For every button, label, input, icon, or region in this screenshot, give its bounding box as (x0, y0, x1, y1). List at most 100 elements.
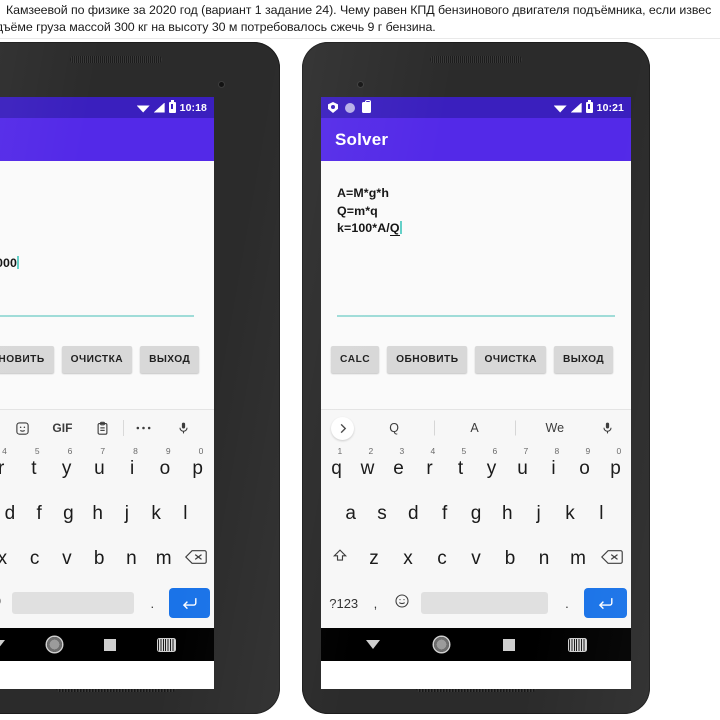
key-c[interactable]: c (19, 549, 51, 568)
key-v[interactable]: v (459, 549, 493, 568)
exit-button[interactable]: ВЫХОД (553, 345, 614, 373)
gif-icon[interactable]: GIF (42, 421, 82, 435)
key-f[interactable]: f (429, 504, 460, 523)
key-o[interactable]: 9o (149, 447, 182, 478)
key-b[interactable]: b (493, 549, 527, 568)
key-j[interactable]: j (523, 504, 554, 523)
key-z[interactable]: z (357, 549, 391, 568)
key-num: 5 (34, 446, 40, 456)
wifi-icon (553, 105, 567, 113)
key-o[interactable]: 9o (569, 447, 600, 478)
key-l[interactable]: l (171, 504, 200, 523)
sticker-icon[interactable] (2, 421, 42, 436)
spacebar[interactable] (12, 592, 134, 614)
key-n[interactable]: n (527, 549, 561, 568)
key-u[interactable]: 7u (83, 447, 116, 478)
key-i[interactable]: 8i (538, 447, 569, 479)
key-period[interactable]: . (554, 597, 580, 610)
key-r[interactable]: 4r (414, 447, 445, 478)
key-d[interactable]: d (398, 504, 429, 523)
key-g[interactable]: g (460, 504, 491, 523)
calc-button[interactable]: CALC (331, 345, 380, 373)
key-comma[interactable]: , (362, 597, 388, 610)
key-e[interactable]: 3e (383, 447, 414, 478)
key-num: 6 (67, 446, 73, 456)
key-h[interactable]: h (83, 504, 112, 523)
key-k[interactable]: k (554, 504, 585, 523)
key-w[interactable]: 2w (352, 447, 383, 478)
bag-icon (362, 100, 371, 113)
signal-icon (153, 102, 165, 113)
mic-icon[interactable] (164, 420, 204, 436)
more-icon[interactable] (124, 425, 164, 431)
clear-button[interactable]: ОЧИСТКА (61, 345, 133, 373)
emoji-icon[interactable] (0, 593, 6, 613)
clear-button[interactable]: ОЧИСТКА (475, 345, 546, 373)
home-icon[interactable] (47, 637, 62, 652)
backspace-icon[interactable] (595, 549, 629, 569)
keyboard-icon[interactable] (158, 638, 175, 651)
symbols-key[interactable]: ?123 (325, 597, 362, 610)
key-d[interactable]: d (0, 504, 25, 523)
key-y[interactable]: 6y (50, 447, 83, 478)
refresh-button[interactable]: ОБНОВИТЬ (387, 345, 468, 373)
key-x[interactable]: x (0, 549, 19, 568)
chevron-right-icon[interactable] (331, 416, 354, 440)
key-u[interactable]: 7u (507, 447, 538, 478)
key-period[interactable]: . (140, 597, 165, 610)
down-arrow-icon[interactable] (366, 640, 380, 649)
backspace-icon[interactable] (180, 549, 212, 569)
key-k[interactable]: k (142, 504, 171, 523)
recents-icon[interactable] (503, 638, 515, 651)
suggestion-2[interactable]: A (434, 421, 514, 435)
down-arrow-icon[interactable] (0, 640, 5, 649)
spacebar[interactable] (420, 592, 548, 614)
refresh-button[interactable]: ОБНОВИТЬ (0, 345, 54, 373)
key-c[interactable]: c (425, 549, 459, 568)
left-phone: 10:18 r 00 .009 6000000 E ОБНОВИТЬ ОЧИСТ… (0, 42, 280, 714)
key-g[interactable]: g (54, 504, 83, 523)
key-m[interactable]: m (561, 549, 595, 568)
suggestion-3[interactable]: We (515, 421, 595, 435)
enter-icon[interactable] (168, 588, 210, 618)
key-s[interactable]: s (366, 504, 397, 523)
suggestion-1[interactable]: Q (354, 421, 434, 435)
key-num: 8 (554, 446, 560, 456)
editor-area[interactable]: A=M*g*h Q=m*q k=100*A/Q (321, 161, 631, 339)
key-i[interactable]: 8i (116, 447, 149, 478)
emoji-icon[interactable] (389, 593, 415, 613)
key-h[interactable]: h (492, 504, 523, 523)
keyboard-icon[interactable] (569, 638, 586, 651)
home-icon[interactable] (434, 637, 449, 652)
key-t[interactable]: 5t (18, 447, 51, 478)
recents-icon[interactable] (104, 638, 116, 651)
key-label: i (551, 458, 556, 479)
action-button-row: E ОБНОВИТЬ ОЧИСТКА ВЫХОД (0, 339, 214, 387)
key-q[interactable]: 1q (321, 447, 352, 478)
key-n[interactable]: n (115, 549, 147, 568)
key-t[interactable]: 5t (445, 447, 476, 478)
key-label: r (0, 458, 5, 479)
key-f[interactable]: f (25, 504, 54, 523)
exit-button[interactable]: ВЫХОД (140, 345, 200, 373)
editor-area[interactable]: 00 .009 6000000 (0, 161, 214, 339)
key-b[interactable]: b (83, 549, 115, 568)
enter-icon[interactable] (584, 588, 628, 618)
key-a[interactable]: a (335, 504, 366, 523)
key-m[interactable]: m (148, 549, 180, 568)
key-p[interactable]: 0p (600, 447, 631, 478)
key-num: 4 (2, 446, 7, 456)
mic-icon[interactable] (595, 420, 621, 436)
key-y[interactable]: 6y (476, 447, 507, 478)
battery-icon (168, 100, 176, 113)
key-r[interactable]: 4r (0, 447, 18, 479)
key-x[interactable]: x (391, 549, 425, 568)
clipboard-icon[interactable] (83, 421, 123, 436)
key-l[interactable]: l (586, 504, 617, 523)
key-p[interactable]: 0p (181, 447, 214, 478)
input-underline (0, 315, 194, 317)
key-v[interactable]: v (51, 549, 83, 568)
shift-icon[interactable] (323, 548, 357, 569)
key-j[interactable]: j (112, 504, 141, 523)
suggestion-bar: Q A We (321, 410, 631, 446)
